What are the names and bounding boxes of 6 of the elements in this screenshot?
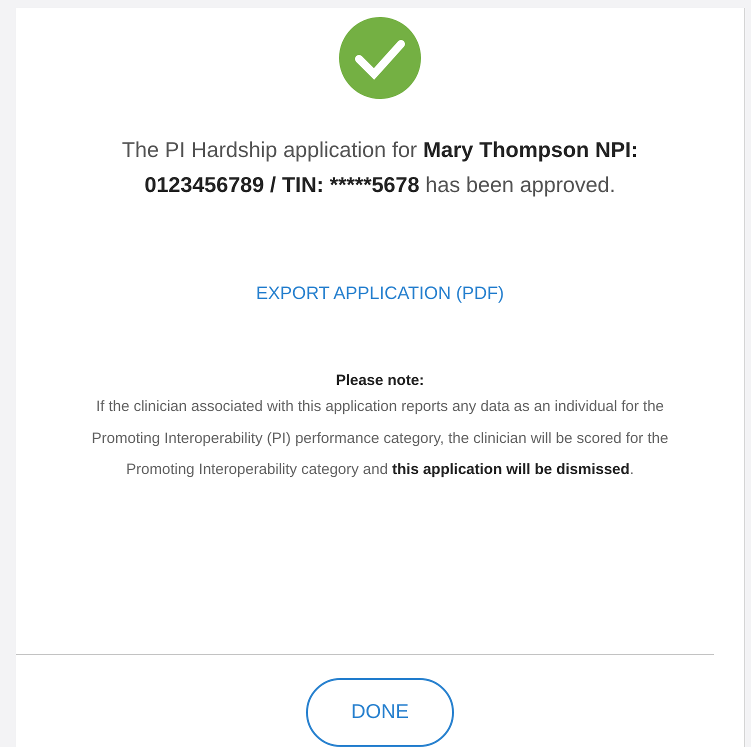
note-title: Please note: <box>336 372 424 389</box>
check-circle-icon <box>339 17 421 99</box>
done-button[interactable]: DONE <box>306 678 454 747</box>
note-text: If the clinician associated with this application reports any data as an individual for the Promoting Interoperability (PI) performance category, the clinician will be scored for the Promoting Interoperability category and this application will be dismissed. <box>90 397 670 480</box>
export-link[interactable]: EXPORT APPLICATION (PDF) <box>252 279 508 308</box>
approval-message: The PI Hardship application for Mary Thompson NPI: 0123456789 / TIN: *****5678 has been approved. <box>120 137 640 199</box>
